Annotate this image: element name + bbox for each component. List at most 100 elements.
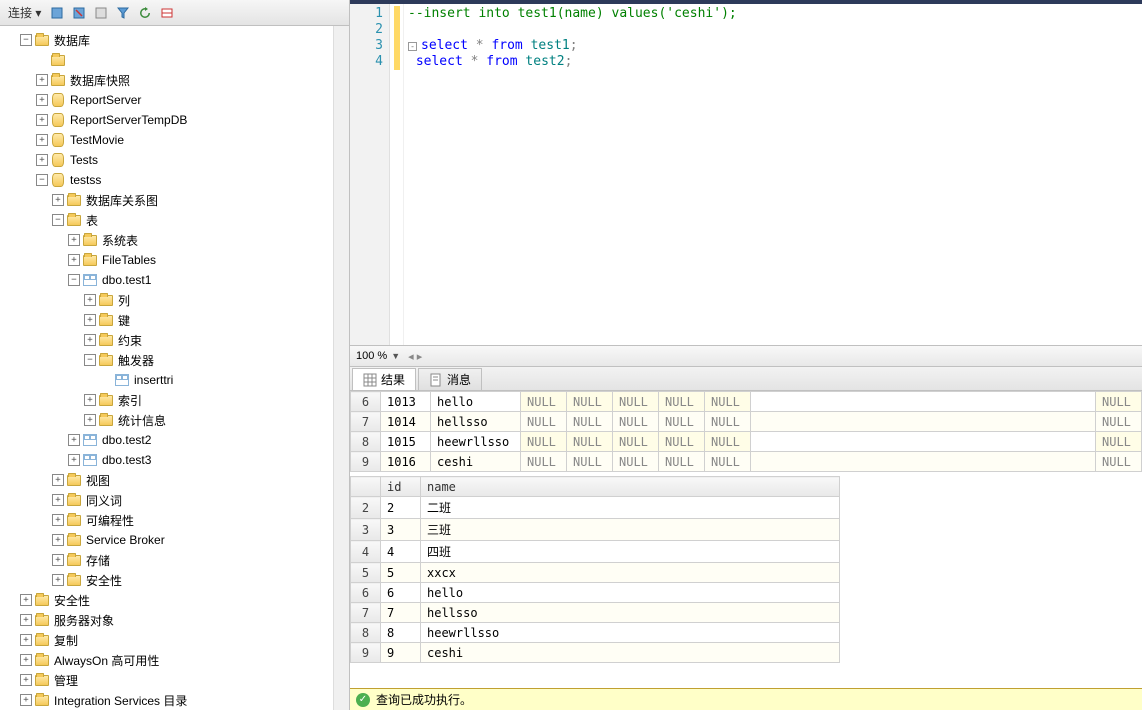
expander-icon[interactable]: + bbox=[20, 614, 32, 626]
tree-item[interactable]: +dbo.test3 bbox=[0, 450, 349, 470]
tree-item[interactable]: +系统表 bbox=[0, 230, 349, 250]
results-panel[interactable]: 61013helloNULLNULLNULLNULLNULLNULL71014h… bbox=[350, 391, 1142, 688]
column-header[interactable]: name bbox=[421, 477, 840, 497]
tree-item[interactable]: −testss bbox=[0, 170, 349, 190]
connect-dropdown[interactable]: 连接 ▾ bbox=[4, 4, 45, 21]
filter-icon[interactable] bbox=[113, 3, 133, 23]
expander-icon[interactable]: + bbox=[84, 414, 96, 426]
row-number[interactable]: 9 bbox=[351, 452, 381, 472]
tree-item[interactable]: +可编程性 bbox=[0, 510, 349, 530]
expander-icon[interactable]: + bbox=[52, 194, 64, 206]
tree-item[interactable] bbox=[0, 50, 349, 70]
expander-icon[interactable]: + bbox=[52, 554, 64, 566]
cell[interactable]: NULL bbox=[613, 452, 659, 472]
expander-icon[interactable]: + bbox=[36, 154, 48, 166]
code-area[interactable]: --insert into test1(name) values('ceshi'… bbox=[404, 4, 741, 345]
cell[interactable] bbox=[751, 432, 1096, 452]
cell[interactable]: xxcx bbox=[421, 563, 840, 583]
toolbar-btn-1[interactable] bbox=[47, 3, 67, 23]
results-grid-2[interactable]: idname22二班33三班44四班55xxcx66hello77hellsso… bbox=[350, 476, 840, 663]
expander-icon[interactable]: + bbox=[84, 334, 96, 346]
sql-editor[interactable]: 1234 --insert into test1(name) values('c… bbox=[350, 0, 1142, 345]
toolbar-btn-6[interactable] bbox=[157, 3, 177, 23]
cell[interactable]: NULL bbox=[1096, 392, 1142, 412]
cell[interactable]: NULL bbox=[613, 412, 659, 432]
expander-icon[interactable]: + bbox=[36, 134, 48, 146]
column-header[interactable] bbox=[351, 477, 381, 497]
toolbar-btn-2[interactable] bbox=[69, 3, 89, 23]
cell[interactable]: heewrllsso bbox=[421, 623, 840, 643]
tree-item[interactable]: +安全性 bbox=[0, 570, 349, 590]
tree-item[interactable]: +数据库快照 bbox=[0, 70, 349, 90]
cell[interactable]: hellsso bbox=[431, 412, 521, 432]
cell[interactable]: 9 bbox=[381, 643, 421, 663]
row-number[interactable]: 3 bbox=[351, 519, 381, 541]
tree-item[interactable]: +数据库关系图 bbox=[0, 190, 349, 210]
row-number[interactable]: 7 bbox=[351, 603, 381, 623]
row-number[interactable]: 6 bbox=[351, 583, 381, 603]
tree-item[interactable]: +视图 bbox=[0, 470, 349, 490]
cell[interactable]: NULL bbox=[567, 452, 613, 472]
tree-item[interactable]: −dbo.test1 bbox=[0, 270, 349, 290]
tree-item[interactable]: −表 bbox=[0, 210, 349, 230]
expander-icon[interactable]: − bbox=[36, 174, 48, 186]
expander-icon[interactable]: − bbox=[84, 354, 96, 366]
expander-icon[interactable]: + bbox=[20, 654, 32, 666]
cell[interactable]: 二班 bbox=[421, 497, 840, 519]
stop-icon[interactable] bbox=[91, 3, 111, 23]
cell[interactable]: heewrllsso bbox=[431, 432, 521, 452]
zoom-value[interactable]: 100 % bbox=[356, 350, 387, 362]
row-number[interactable]: 8 bbox=[351, 623, 381, 643]
zoom-dropdown-icon[interactable]: ▼ bbox=[391, 351, 400, 361]
cell[interactable]: NULL bbox=[705, 412, 751, 432]
expander-icon[interactable]: + bbox=[68, 254, 80, 266]
expander-icon[interactable]: + bbox=[36, 74, 48, 86]
cell[interactable]: NULL bbox=[613, 432, 659, 452]
expander-icon[interactable]: + bbox=[52, 574, 64, 586]
cell[interactable]: NULL bbox=[521, 392, 567, 412]
tree-item[interactable]: +管理 bbox=[0, 670, 349, 690]
cell[interactable]: hello bbox=[421, 583, 840, 603]
cell[interactable]: NULL bbox=[1096, 452, 1142, 472]
expander-icon[interactable]: − bbox=[52, 214, 64, 226]
cell[interactable]: NULL bbox=[567, 432, 613, 452]
expander-icon[interactable]: + bbox=[84, 394, 96, 406]
tree-item[interactable]: +统计信息 bbox=[0, 410, 349, 430]
cell[interactable] bbox=[751, 412, 1096, 432]
cell[interactable]: NULL bbox=[521, 432, 567, 452]
expander-icon[interactable]: + bbox=[52, 534, 64, 546]
tree-item[interactable]: +复制 bbox=[0, 630, 349, 650]
cell[interactable]: 1013 bbox=[381, 392, 431, 412]
expander-icon[interactable]: − bbox=[20, 34, 32, 46]
expander-icon[interactable]: + bbox=[52, 474, 64, 486]
expander-icon[interactable]: + bbox=[20, 634, 32, 646]
cell[interactable]: 三班 bbox=[421, 519, 840, 541]
expander-icon[interactable]: + bbox=[52, 514, 64, 526]
expander-icon[interactable]: + bbox=[84, 294, 96, 306]
row-number[interactable]: 5 bbox=[351, 563, 381, 583]
tree-item[interactable]: +键 bbox=[0, 310, 349, 330]
cell[interactable]: NULL bbox=[567, 412, 613, 432]
vertical-scrollbar[interactable] bbox=[333, 26, 349, 710]
cell[interactable]: NULL bbox=[613, 392, 659, 412]
expander-icon[interactable]: + bbox=[68, 454, 80, 466]
cell[interactable]: 3 bbox=[381, 519, 421, 541]
tree-item[interactable]: +存储 bbox=[0, 550, 349, 570]
tree-panel[interactable]: −数据库+数据库快照+ReportServer+ReportServerTemp… bbox=[0, 26, 349, 710]
cell[interactable]: NULL bbox=[659, 432, 705, 452]
cell[interactable]: NULL bbox=[521, 452, 567, 472]
cell[interactable]: NULL bbox=[705, 432, 751, 452]
tree-item[interactable]: +索引 bbox=[0, 390, 349, 410]
tree-item[interactable]: −触发器 bbox=[0, 350, 349, 370]
tree-item[interactable]: inserttri bbox=[0, 370, 349, 390]
tree-item[interactable]: +AlwaysOn 高可用性 bbox=[0, 650, 349, 670]
expander-icon[interactable]: + bbox=[20, 674, 32, 686]
cell[interactable]: 1014 bbox=[381, 412, 431, 432]
tab-results[interactable]: 结果 bbox=[352, 368, 416, 390]
row-number[interactable]: 8 bbox=[351, 432, 381, 452]
expander-icon[interactable]: + bbox=[36, 114, 48, 126]
cell[interactable]: 8 bbox=[381, 623, 421, 643]
cell[interactable]: NULL bbox=[1096, 412, 1142, 432]
cell[interactable]: 6 bbox=[381, 583, 421, 603]
cell[interactable]: NULL bbox=[521, 412, 567, 432]
